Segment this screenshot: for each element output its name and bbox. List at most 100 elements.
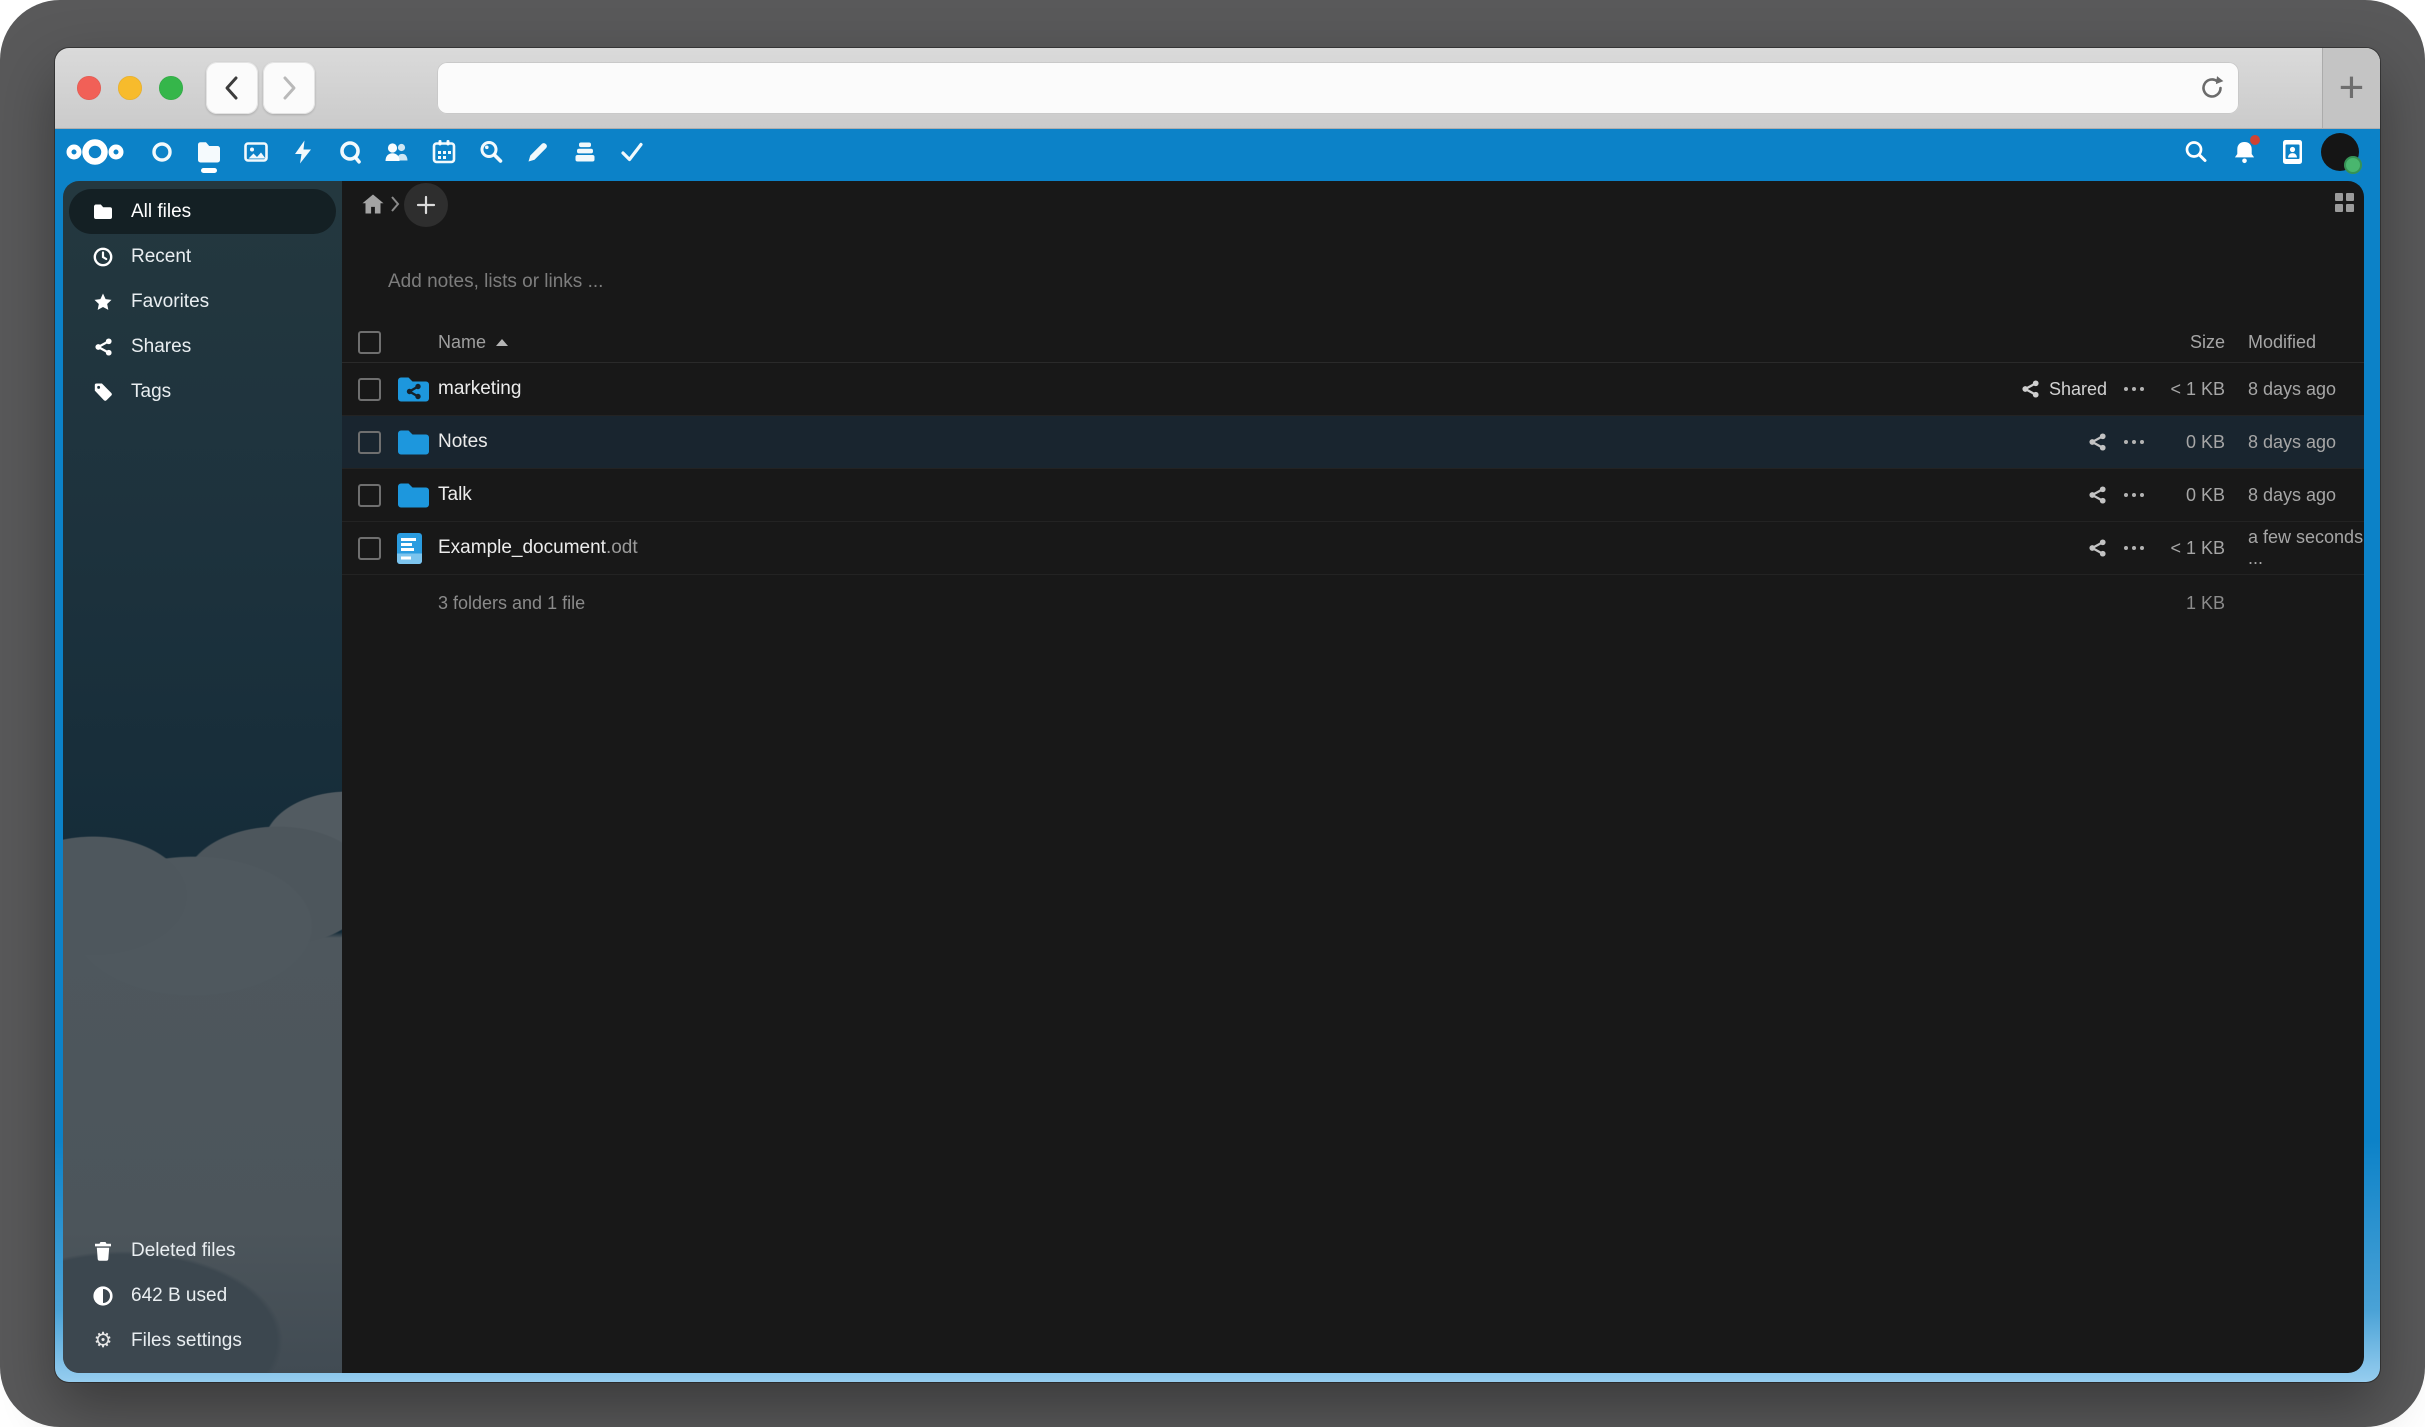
folder-icon: [396, 481, 438, 510]
zoom-window-button[interactable]: [159, 76, 183, 100]
contacts-people-icon: [383, 139, 410, 165]
app-contacts[interactable]: [373, 129, 420, 175]
header-right-actions: [2172, 129, 2364, 175]
sidebar-item-tags[interactable]: Tags: [69, 369, 336, 414]
file-row-marketing[interactable]: marketing Shared < 1 KB 8 days ago: [342, 363, 2364, 416]
reload-button[interactable]: [2197, 73, 2227, 103]
nextcloud-logo[interactable]: [66, 137, 124, 167]
share-icon: [2088, 538, 2107, 558]
notifications-button[interactable]: [2220, 129, 2268, 175]
file-modified: 8 days ago: [2248, 485, 2364, 506]
row-checkbox[interactable]: [358, 378, 381, 401]
sidebar-item-all-files[interactable]: All files: [69, 189, 336, 234]
file-modified: a few seconds ...: [2248, 527, 2364, 569]
search-icon: [2183, 139, 2210, 166]
file-row-example-document[interactable]: Example_document.odt < 1 KB a few second…: [342, 522, 2364, 575]
app-search[interactable]: [467, 129, 514, 175]
photos-icon: [243, 139, 269, 165]
file-modified: 8 days ago: [2248, 379, 2364, 400]
sidebar-item-recent[interactable]: Recent: [69, 234, 336, 279]
grid-view-toggle[interactable]: [2335, 193, 2355, 213]
contact-card-icon: [2279, 138, 2306, 166]
files-folder-icon: [196, 139, 222, 165]
row-checkbox[interactable]: [358, 537, 381, 560]
row-checkbox[interactable]: [358, 484, 381, 507]
nextcloud-body: All files Recent Favorites: [55, 175, 2380, 1382]
sidebar-item-files-settings[interactable]: ⚙ Files settings: [69, 1318, 336, 1363]
app-dashboard[interactable]: [138, 129, 185, 175]
column-size[interactable]: Size: [2153, 332, 2248, 353]
app-notes[interactable]: [514, 129, 561, 175]
address-bar[interactable]: [437, 62, 2239, 114]
app-panels: All files Recent Favorites: [63, 181, 2364, 1373]
calendar-icon: [431, 139, 457, 165]
folder-icon: [92, 203, 114, 220]
app-files[interactable]: [185, 129, 232, 175]
contacts-menu-button[interactable]: [2268, 129, 2316, 175]
share-button[interactable]: [1907, 432, 2107, 452]
app-photos[interactable]: [232, 129, 279, 175]
app-talk[interactable]: [326, 129, 373, 175]
app-tasks[interactable]: [608, 129, 655, 175]
share-button[interactable]: [1907, 538, 2107, 558]
browser-titlebar: +: [55, 48, 2380, 129]
actions-menu-button[interactable]: [2107, 387, 2153, 391]
sidebar-item-label: Recent: [131, 246, 191, 268]
file-name: Example_document: [438, 537, 606, 558]
nextcloud-header: [55, 129, 2380, 175]
share-icon: [2088, 432, 2107, 452]
sidebar-item-shares[interactable]: Shares: [69, 324, 336, 369]
app-deck[interactable]: [561, 129, 608, 175]
shared-folder-icon: [396, 375, 438, 404]
chevron-left-icon: [221, 74, 243, 102]
online-status-icon: [2344, 156, 2362, 174]
actions-menu-button[interactable]: [2107, 440, 2153, 444]
sidebar-item-deleted-files[interactable]: Deleted files: [69, 1228, 336, 1273]
app-calendar[interactable]: [420, 129, 467, 175]
select-all-checkbox[interactable]: [358, 331, 381, 354]
file-extension: .odt: [606, 537, 638, 558]
new-file-button[interactable]: [404, 183, 448, 227]
file-list-summary: 3 folders and 1 file 1 KB: [342, 575, 2364, 631]
actions-menu-button[interactable]: [2107, 493, 2153, 497]
sidebar-nav: All files Recent Favorites: [69, 189, 336, 414]
breadcrumb-home-button[interactable]: [362, 194, 384, 219]
sidebar-item-label: All files: [131, 201, 191, 223]
user-menu-button[interactable]: [2316, 129, 2364, 175]
address-input[interactable]: [437, 62, 2239, 114]
shared-status-button[interactable]: Shared: [1907, 379, 2107, 400]
row-checkbox[interactable]: [358, 431, 381, 454]
file-row-notes[interactable]: Notes 0 KB 8 days ago: [342, 416, 2364, 469]
column-name[interactable]: Name: [438, 332, 486, 353]
dashboard-icon: [149, 139, 175, 165]
sidebar-item-label: Files settings: [131, 1330, 242, 1352]
minimize-window-button[interactable]: [118, 76, 142, 100]
screenshot-stage: +: [0, 0, 2425, 1427]
browser-forward-button[interactable]: [263, 62, 315, 114]
file-name: Notes: [438, 431, 488, 452]
actions-menu-button[interactable]: [2107, 546, 2153, 550]
folder-icon: [396, 428, 438, 457]
quota-pie-icon: [92, 1286, 114, 1306]
app-activity[interactable]: [279, 129, 326, 175]
notes-placeholder[interactable]: Add notes, lists or links ...: [388, 271, 603, 293]
summary-total-size: 1 KB: [2153, 593, 2248, 614]
sidebar-item-quota[interactable]: 642 B used: [69, 1273, 336, 1318]
close-window-button[interactable]: [77, 76, 101, 100]
checkmark-icon: [619, 139, 645, 165]
file-size: 0 KB: [2153, 485, 2248, 506]
new-tab-button[interactable]: +: [2322, 48, 2380, 128]
browser-back-button[interactable]: [206, 62, 258, 114]
magnifier-app-icon: [478, 139, 504, 165]
sidebar-item-favorites[interactable]: Favorites: [69, 279, 336, 324]
breadcrumb-separator-icon: [389, 195, 401, 218]
tag-icon: [92, 382, 114, 402]
column-modified[interactable]: Modified: [2248, 332, 2364, 353]
share-button[interactable]: [1907, 485, 2107, 505]
file-row-talk[interactable]: Talk 0 KB 8 days ago: [342, 469, 2364, 522]
sort-ascending-icon: [496, 339, 508, 346]
sidebar-item-label: Deleted files: [131, 1240, 236, 1262]
activity-lightning-icon: [290, 139, 316, 165]
sidebar-item-label: Tags: [131, 381, 171, 403]
unified-search-button[interactable]: [2172, 129, 2220, 175]
